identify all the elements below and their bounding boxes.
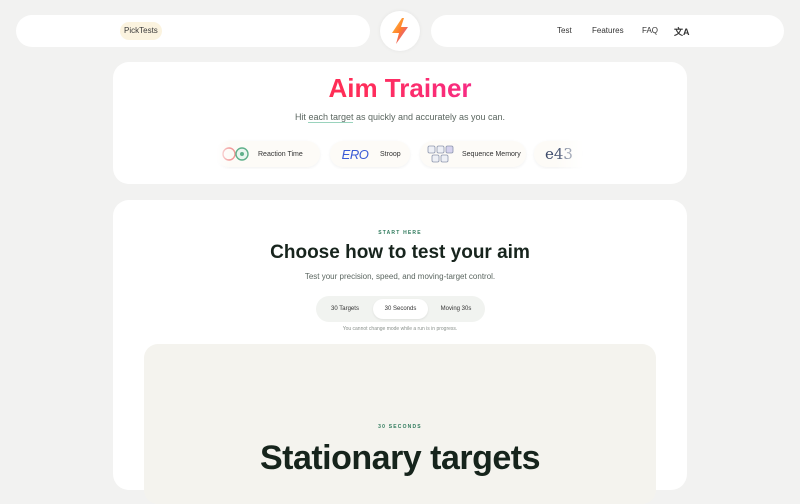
mode-chooser-card: START HERE Choose how to test your aim T…	[113, 200, 687, 504]
page-subtitle: Hit each target as quickly and accuratel…	[294, 112, 506, 123]
header-right-bar: Test Features FAQ 文A	[431, 15, 784, 47]
mode-moving-30s-button[interactable]: Moving 30s	[431, 299, 481, 319]
highlighted-phrase: each target	[308, 112, 354, 123]
translate-icon[interactable]: 文A	[674, 25, 690, 38]
panel-eyebrow: 30 SECONDS	[378, 424, 422, 430]
mode-lock-note: You cannot change mode while a run is in…	[342, 326, 458, 332]
test-panel[interactable]: 30 SECONDS Stationary targets	[144, 344, 656, 504]
mode-30-seconds-button[interactable]: 30 Seconds	[373, 299, 428, 319]
stroop-thumbnail: ERO	[341, 146, 369, 162]
related-test-reaction-time[interactable]: Reaction Time	[216, 141, 320, 167]
sequence-memory-thumbnail	[426, 145, 456, 163]
nav-features-link[interactable]: Features	[592, 15, 624, 47]
logo[interactable]	[380, 11, 420, 51]
hero-card: Aim Trainer Hit each target as quickly a…	[113, 62, 687, 184]
related-test-sequence-memory[interactable]: Sequence Memory	[420, 141, 526, 167]
reaction-time-thumbnail	[220, 145, 252, 163]
nav-test-link[interactable]: Test	[557, 15, 572, 47]
brand-link[interactable]: PickTests	[120, 22, 162, 40]
lightning-bolt-icon	[392, 18, 408, 44]
section-subtitle: Test your precision, speed, and moving-t…	[304, 272, 496, 281]
section-eyebrow: START HERE	[378, 230, 422, 236]
mode-selector: 30 Targets 30 Seconds Moving 30s	[316, 296, 485, 322]
nav-faq-link[interactable]: FAQ	[642, 15, 658, 47]
mode-30-targets-button[interactable]: 30 Targets	[320, 299, 370, 319]
related-test-number-memory[interactable]: e43 Nu	[534, 141, 583, 167]
related-test-stroop[interactable]: ERO Stroop	[330, 141, 410, 167]
panel-title: Stationary targets	[259, 439, 541, 477]
section-title: Choose how to test your aim	[270, 242, 530, 263]
header-left-bar: PickTests	[16, 15, 370, 47]
related-tests-carousel[interactable]: Reaction Time ERO Stroop Sequence Memory…	[216, 139, 583, 169]
page-title: Aim Trainer	[113, 73, 687, 104]
number-memory-thumbnail: e43	[545, 145, 573, 163]
